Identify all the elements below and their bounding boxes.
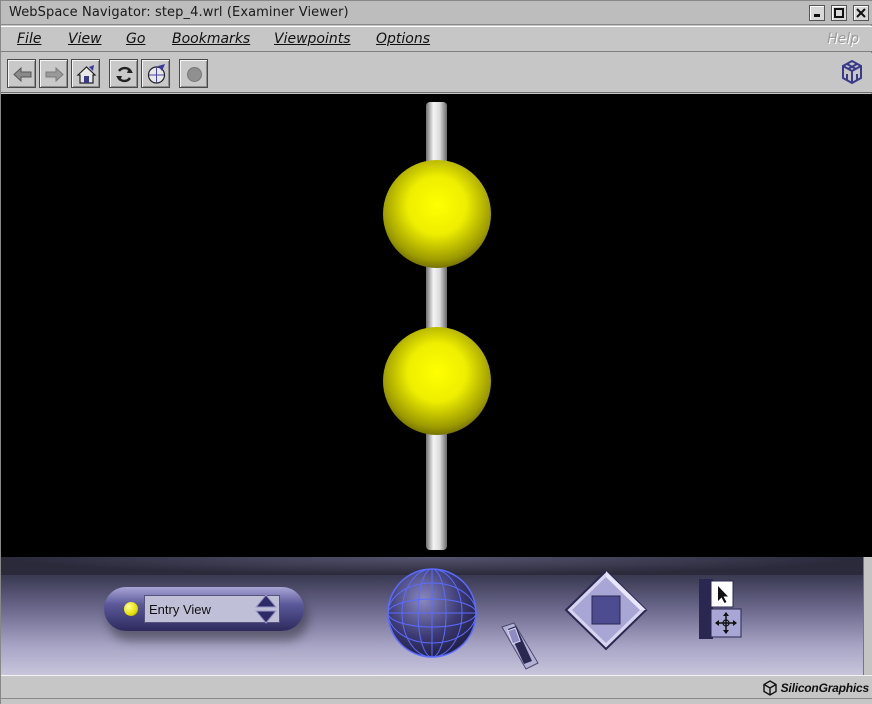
menu-options-label: Options [376,31,431,47]
3d-viewport[interactable] [1,94,872,560]
menu-file[interactable]: File [17,31,41,47]
mode-switch-icon[interactable] [697,577,745,641]
menu-view[interactable]: View [68,31,102,47]
menu-options[interactable]: Options [376,31,430,47]
window-title: WebSpace Navigator: step_4.wrl (Examiner… [9,5,349,20]
rotate-globe-icon[interactable] [386,567,478,659]
forward-button[interactable] [39,59,68,88]
menu-viewpoints[interactable]: Viewpoints [274,31,351,47]
lower-yellow-sphere [383,327,491,435]
menu-go-label: Go [126,31,146,47]
back-arrow-icon [13,66,32,83]
status-bar: SiliconGraphics [1,675,872,704]
back-button[interactable] [7,59,36,88]
menu-view-label: View [68,31,102,47]
viewpoint-up-down-icon[interactable] [254,593,278,625]
maximize-icon [834,8,844,18]
menu-go[interactable]: Go [126,31,145,47]
forward-arrow-icon [45,66,64,83]
open-icon [147,64,166,84]
toolbar [1,53,872,93]
stop-button[interactable] [179,59,208,88]
sgi-cube-icon[interactable] [839,59,865,85]
close-button[interactable] [853,5,869,21]
sgi-logo-icon [762,680,777,696]
zoom-slider-icon[interactable] [498,621,540,671]
home-icon [76,65,97,84]
menu-viewpoints-label: Viewpoints [274,31,351,47]
reload-icon [116,66,133,83]
scene-render [383,102,491,550]
title-bar[interactable]: WebSpace Navigator: step_4.wrl (Examiner… [1,1,872,25]
menu-help[interactable]: Help [827,31,859,47]
close-icon [856,8,866,18]
sgi-logo: SiliconGraphics [762,679,869,697]
viewpoint-label: Entry View [149,602,211,617]
stop-icon [187,67,202,82]
viewpoint-selector[interactable]: Entry View [104,587,304,631]
menu-file-label: File [17,31,42,47]
reload-button[interactable] [109,59,138,88]
dashboard-scrollbar[interactable] [863,557,872,675]
menu-bookmarks[interactable]: Bookmarks [172,31,250,47]
menu-bookmarks-label: Bookmarks [172,31,251,47]
brand-name: SiliconGraphics [780,681,870,695]
menu-bar: File View Go Bookmarks Viewpoints Option… [1,26,872,52]
home-button[interactable] [71,59,100,88]
maximize-button[interactable] [831,5,847,21]
upper-yellow-sphere [383,160,491,268]
webspace-window: WebSpace Navigator: step_4.wrl (Examiner… [0,0,872,704]
open-button[interactable] [141,59,170,88]
minimize-button[interactable] [809,5,825,21]
headlight-bulb-icon[interactable] [124,602,138,616]
pan-diamond-icon[interactable] [564,569,648,651]
minimize-icon [814,14,820,17]
status-lower-strip [1,698,872,704]
